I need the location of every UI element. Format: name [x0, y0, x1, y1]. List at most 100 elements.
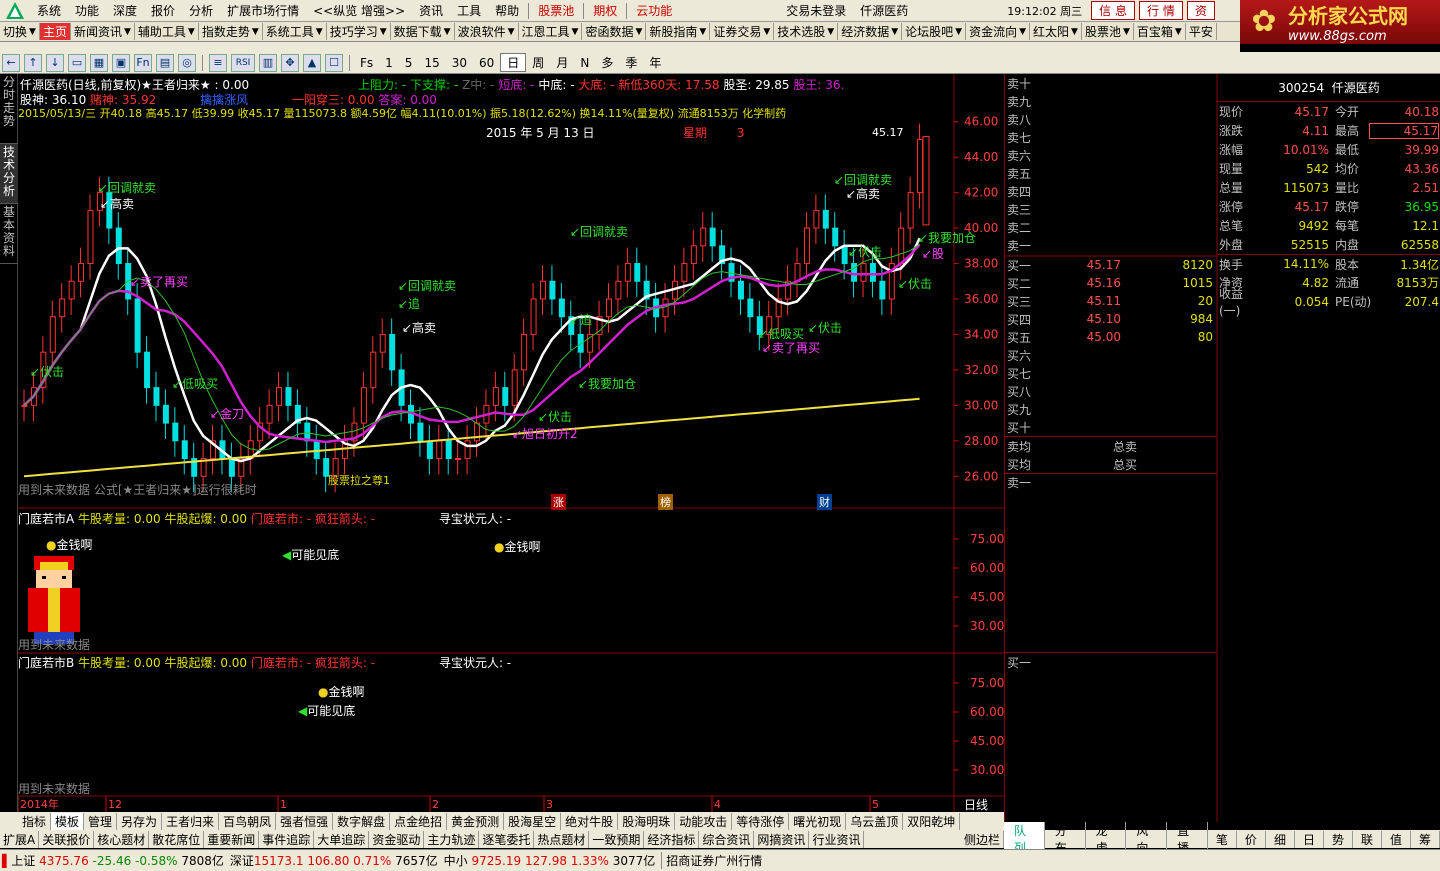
period-15m[interactable]: 15: [418, 56, 445, 70]
info-tab[interactable]: 逐笔委托: [479, 830, 535, 848]
toolbar-news[interactable]: 新闻资讯 ▼: [71, 23, 135, 40]
up-arrow-icon[interactable]: ↑: [24, 53, 42, 72]
menu-function[interactable]: 功能: [68, 2, 106, 19]
tab-technical-analysis[interactable]: 技术分析: [0, 144, 18, 204]
indicator-tab[interactable]: 模板: [51, 812, 85, 830]
toolbar-wave-software[interactable]: 波浪软件 ▼: [455, 23, 519, 40]
target-icon[interactable]: ◎: [178, 53, 196, 72]
back-arrow-icon[interactable]: ←: [2, 53, 20, 72]
toolbar-stock-picker[interactable]: 技术选股 ▼: [774, 23, 839, 40]
bars-icon[interactable]: ▥: [259, 53, 277, 72]
indicator-tab[interactable]: 王者归来: [162, 812, 220, 830]
menu-help[interactable]: 帮助: [488, 2, 526, 19]
period-quarter[interactable]: 季: [619, 54, 643, 71]
menu-system[interactable]: 系统: [30, 2, 68, 19]
right-tab[interactable]: 值: [1382, 830, 1412, 848]
indicator-tab[interactable]: 股海明珠: [618, 812, 676, 830]
menu-depth[interactable]: 深度: [106, 2, 144, 19]
right-tab[interactable]: 价: [1237, 830, 1266, 848]
info-tab[interactable]: 经济指标: [644, 830, 700, 848]
asset-button[interactable]: 资: [1186, 1, 1215, 20]
period-multi[interactable]: 多: [595, 54, 619, 71]
tab-intraday[interactable]: 分时走势: [0, 74, 18, 144]
toolbar-economic-data[interactable]: 经济数据 ▼: [838, 23, 903, 40]
indicator-tab[interactable]: 强者恒强: [276, 812, 334, 830]
indicator-tab[interactable]: 管理: [84, 812, 118, 830]
chart-area[interactable]: 46.00 44.00 42.00 40.00 38.00 36.00 34.00 32.00…: [17, 74, 1004, 822]
toolbar-data-download[interactable]: 数据下载 ▼: [391, 23, 455, 40]
toolbar-secret-data[interactable]: 密函数据 ▼: [582, 23, 647, 40]
period-year[interactable]: 年: [643, 54, 667, 71]
indicator-tab[interactable]: 等待涨停: [732, 812, 790, 830]
toolbar-stock-pool[interactable]: 股票池 ▼: [1082, 23, 1134, 40]
right-tab[interactable]: 细: [1266, 830, 1295, 848]
sidebar-toggle[interactable]: 侧边栏: [961, 830, 1004, 848]
info-tab[interactable]: 行业资讯: [809, 830, 865, 848]
period-5m[interactable]: 5: [399, 56, 419, 70]
period-fs[interactable]: Fs: [354, 56, 379, 70]
info-button[interactable]: 信 息: [1091, 1, 1135, 20]
event-rank[interactable]: 榜: [658, 494, 673, 510]
info-tab[interactable]: 扩展A: [0, 830, 40, 848]
indicator-tab[interactable]: 另存为: [117, 812, 163, 830]
period-30m[interactable]: 30: [446, 56, 473, 70]
period-week[interactable]: 周: [526, 54, 550, 71]
toolbar-treasure-box[interactable]: 百宝箱 ▼: [1134, 23, 1186, 40]
toolbar-aux-tools[interactable]: 辅助工具 ▼: [135, 23, 199, 40]
toolbar-pingan[interactable]: 平安: [1186, 23, 1217, 40]
info-tab[interactable]: 网摘资讯: [754, 830, 810, 848]
info-tab[interactable]: 关联报价: [39, 830, 95, 848]
right-tab[interactable]: 笔: [1208, 830, 1237, 848]
indicator-tab[interactable]: 动能攻击: [675, 812, 733, 830]
toolbar-ipo-guide[interactable]: 新股指南 ▼: [646, 23, 711, 40]
info-tab[interactable]: 主力轨迹: [424, 830, 480, 848]
tab-fundamentals[interactable]: 基本资料: [0, 204, 18, 264]
toolbar-fund-flow[interactable]: 资金流向 ▼: [966, 23, 1031, 40]
event-limitup[interactable]: 涨: [551, 494, 566, 510]
period-1m[interactable]: 1: [379, 56, 399, 70]
menu-cloud[interactable]: 云功能: [629, 2, 679, 19]
login-status[interactable]: 交易未登录: [779, 2, 853, 19]
right-tab[interactable]: 联: [1353, 830, 1382, 848]
indicator-tab[interactable]: 黄金预测: [447, 812, 505, 830]
move-icon[interactable]: ✥: [281, 53, 299, 72]
grid-icon[interactable]: ▦: [90, 53, 108, 72]
toolbar-home[interactable]: 主页: [39, 23, 71, 40]
info-tab[interactable]: 大单追踪: [314, 830, 370, 848]
period-60m[interactable]: 60: [473, 56, 500, 70]
info-tab[interactable]: 事件追踪: [259, 830, 315, 848]
indicator-tab[interactable]: 乌云盖顶: [846, 812, 904, 830]
toolbar-red-sun[interactable]: 红太阳 ▼: [1030, 23, 1082, 40]
info-tab[interactable]: 一致预期: [589, 830, 645, 848]
menu-overview[interactable]: <<纵览 增强>>: [306, 2, 412, 19]
lines-icon[interactable]: ≡: [209, 53, 227, 72]
right-tab[interactable]: 筹: [1411, 830, 1440, 848]
box-icon[interactable]: ☐: [325, 53, 343, 72]
menu-options[interactable]: 期权: [586, 2, 624, 19]
sz-index[interactable]: 深证15173.1 106.80 0.71% 7657亿: [230, 852, 438, 869]
period-n[interactable]: N: [574, 56, 595, 70]
layout-icon[interactable]: ▣: [112, 53, 130, 72]
menu-quote[interactable]: 报价: [144, 2, 182, 19]
formula-icon[interactable]: Fn: [134, 53, 152, 72]
menu-news[interactable]: 资讯: [412, 2, 450, 19]
info-tab[interactable]: 热点题材: [534, 830, 590, 848]
menu-analysis[interactable]: 分析: [182, 2, 220, 19]
period-month[interactable]: 月: [550, 54, 574, 71]
table-icon[interactable]: ▤: [156, 53, 174, 72]
down-arrow-icon[interactable]: ↓: [46, 53, 64, 72]
info-tab[interactable]: 重要新闻: [204, 830, 260, 848]
info-tab[interactable]: 资金驱动: [369, 830, 425, 848]
toolbar-index-trend[interactable]: 指数走势 ▼: [199, 23, 263, 40]
brand-banner[interactable]: ✿ 分析家公式网 www.88gs.com: [1240, 0, 1440, 44]
indicator-tab[interactable]: 绝对牛股: [561, 812, 619, 830]
toolbar-tips[interactable]: 技巧学习 ▼: [327, 23, 391, 40]
zx-index[interactable]: 中小 9725.19 127.98 1.33% 3077亿: [444, 852, 656, 869]
toolbar-system-tools[interactable]: 系统工具 ▼: [263, 23, 327, 40]
toolbar-trading[interactable]: 证券交易 ▼: [710, 23, 775, 40]
menu-stock-pool[interactable]: 股票池: [531, 2, 581, 19]
menu-tools[interactable]: 工具: [450, 2, 488, 19]
indicator-tab[interactable]: 百鸟朝凤: [219, 812, 277, 830]
kline-chart-svg[interactable]: 46.0044.0042.0040.0038.0036.0034.0032.00…: [17, 74, 1004, 822]
info-tab[interactable]: 综合资讯: [699, 830, 755, 848]
